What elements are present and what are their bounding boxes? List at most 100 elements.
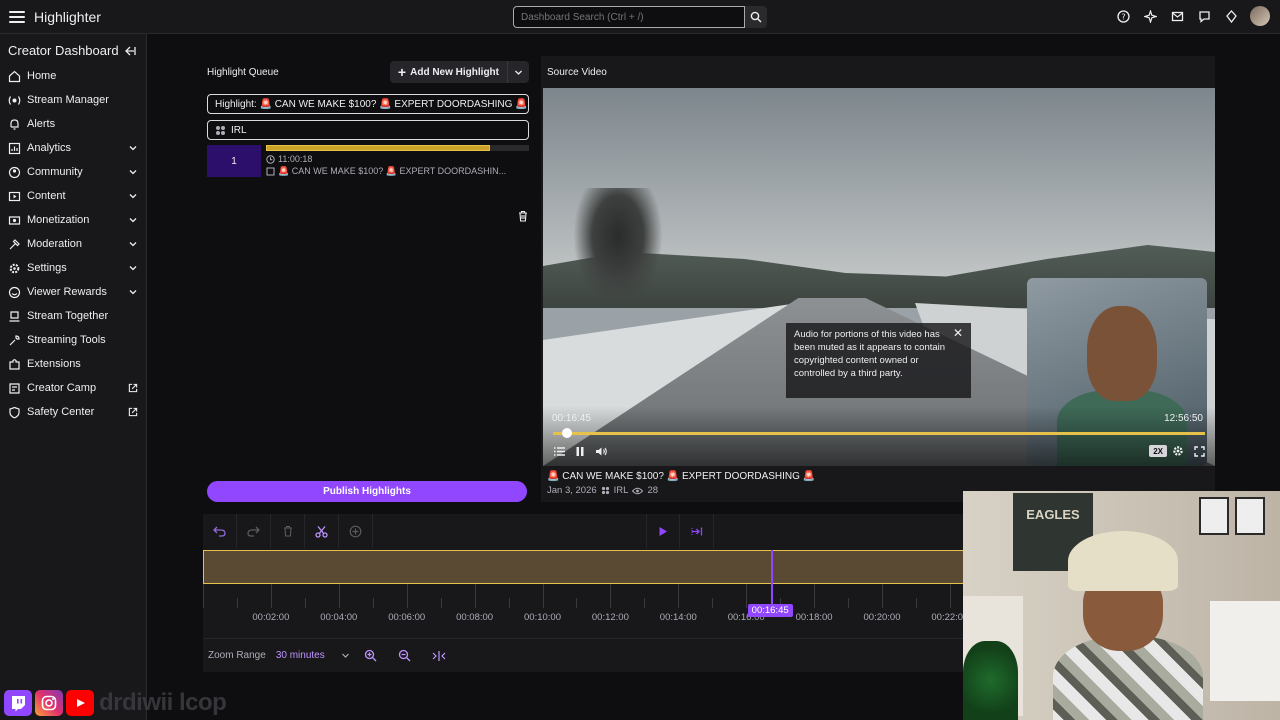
help-icon[interactable]: ? xyxy=(1115,8,1132,25)
sidebar-item-settings[interactable]: Settings xyxy=(0,256,146,280)
zoom-in-button[interactable] xyxy=(358,645,384,667)
search-icon xyxy=(750,11,762,23)
seek-bar[interactable] xyxy=(553,428,1205,438)
queue-item-time-text: 11:00:18 xyxy=(278,154,313,164)
add-highlight-button[interactable]: + Add New Highlight xyxy=(389,61,529,83)
extensions-icon xyxy=(8,358,21,371)
menu-icon[interactable] xyxy=(6,6,28,28)
plus-icon: + xyxy=(397,64,407,80)
svg-text:?: ? xyxy=(1121,12,1125,21)
playhead-time: 00:16:45 xyxy=(747,604,793,617)
zoom-out-button[interactable] xyxy=(392,645,418,667)
inbox-icon[interactable] xyxy=(1169,8,1186,25)
monetization-icon xyxy=(8,214,21,227)
whispers-icon[interactable] xyxy=(1196,8,1213,25)
sidebar-item-home[interactable]: Home xyxy=(0,64,146,88)
split-button[interactable] xyxy=(305,514,339,548)
sidebar-item-label: Safety Center xyxy=(27,406,95,418)
sidebar-item-label: Settings xyxy=(27,262,67,274)
add-clip-button[interactable] xyxy=(339,514,373,548)
trash-icon xyxy=(283,525,292,537)
fullscreen-button[interactable] xyxy=(1192,444,1206,458)
jump-to-end-button[interactable] xyxy=(680,514,714,548)
chevron-down-icon xyxy=(129,194,137,199)
sidebar-item-extensions[interactable]: Extensions xyxy=(0,352,146,376)
user-avatar[interactable] xyxy=(1250,6,1270,26)
add-highlight-dropdown[interactable] xyxy=(507,61,529,83)
playhead[interactable] xyxy=(770,550,773,606)
plus-circle-icon xyxy=(349,525,362,537)
sidebar-item-monetization[interactable]: Monetization xyxy=(0,208,146,232)
sidebar-item-alerts[interactable]: Alerts xyxy=(0,112,146,136)
ruler-tick-label: 00:04:00 xyxy=(320,612,358,623)
sidebar-nav: Home Stream Manager Alerts Analytics Communi… xyxy=(0,64,146,424)
video-subinfo: Jan 3, 2026 IRL 28 xyxy=(547,485,815,496)
streamer-webcam-overlay: EAGLES xyxy=(963,491,1280,720)
sidebar-item-label: Extensions xyxy=(27,358,81,370)
chapters-button[interactable] xyxy=(552,444,566,458)
sidebar-header: Creator Dashboard xyxy=(0,34,146,64)
volume-button[interactable] xyxy=(594,444,608,458)
ruler-tick-label: 00:08:00 xyxy=(456,612,494,623)
list-icon xyxy=(553,446,565,456)
category-field[interactable]: IRL xyxy=(207,120,529,140)
ruler-tick-label: 00:02:00 xyxy=(252,612,290,623)
sidebar-item-label: Content xyxy=(27,190,66,202)
publish-highlights-button[interactable]: Publish Highlights xyxy=(207,481,527,502)
ruler-tick xyxy=(576,598,578,608)
chevron-down-icon xyxy=(515,70,522,75)
controls-shade xyxy=(543,406,1215,466)
ruler-tick xyxy=(678,584,680,608)
social-handle: drdiwii lcop xyxy=(99,689,227,716)
fit-timeline-button[interactable] xyxy=(426,645,452,667)
video-settings-button[interactable] xyxy=(1171,444,1185,458)
sidebar-item-streaming-tools[interactable]: Streaming Tools xyxy=(0,328,146,352)
fullscreen-icon xyxy=(1193,445,1205,457)
stream-together-icon xyxy=(8,310,21,323)
search-button[interactable] xyxy=(745,6,767,28)
app-title: Highlighter xyxy=(34,8,101,25)
delete-highlight-button[interactable] xyxy=(517,210,529,222)
sidebar-item-content[interactable]: Content xyxy=(0,184,146,208)
sidebar-item-community[interactable]: Community xyxy=(0,160,146,184)
sidebar-item-analytics[interactable]: Analytics xyxy=(0,136,146,160)
sidebar-item-creator-camp[interactable]: Creator Camp xyxy=(0,376,146,400)
queue-item[interactable]: 1 11:00:18 🚨 CAN WE MAKE $100? 🚨 EXPERT … xyxy=(207,145,529,177)
pause-button[interactable] xyxy=(573,444,587,458)
ruler-tick xyxy=(848,598,850,608)
timeline-play-button[interactable] xyxy=(646,514,680,548)
zoom-out-icon xyxy=(399,649,411,662)
ruler-tick xyxy=(338,584,340,608)
undo-button[interactable] xyxy=(203,514,237,548)
zoom-range-value: 30 minutes xyxy=(275,650,325,661)
add-highlight-label: Add New Highlight xyxy=(410,66,499,78)
clip-range-fill xyxy=(266,145,490,151)
ruler-tick xyxy=(372,598,374,608)
sparkle-icon[interactable] xyxy=(1142,8,1159,25)
search-input[interactable] xyxy=(513,6,745,28)
pause-icon xyxy=(576,446,584,456)
social-handles-overlay: drdiwii lcop xyxy=(4,689,227,717)
twitch-icon xyxy=(4,690,32,716)
webcam-tree xyxy=(963,641,1018,720)
bits-icon[interactable] xyxy=(1223,8,1240,25)
close-icon[interactable]: ✕ xyxy=(953,327,963,339)
sidebar-item-label: Alerts xyxy=(27,118,56,130)
sidebar-item-stream-manager[interactable]: Stream Manager xyxy=(0,88,146,112)
highlight-title-field[interactable]: Highlight: 🚨 CAN WE MAKE $100? 🚨 EXPERT … xyxy=(207,94,529,114)
delete-clip-button[interactable] xyxy=(271,514,305,548)
sidebar-item-stream-together[interactable]: Stream Together xyxy=(0,304,146,328)
playback-speed-badge[interactable]: 2X xyxy=(1149,445,1167,457)
webcam-car-poster xyxy=(1210,601,1280,701)
ruler-tick xyxy=(712,598,714,608)
collapse-sidebar-icon[interactable] xyxy=(124,45,136,57)
video-player[interactable]: Audio for portions of this video has bee… xyxy=(543,88,1215,466)
category-icon xyxy=(216,125,225,135)
sidebar-item-safety-center[interactable]: Safety Center xyxy=(0,400,146,424)
zoom-range-select[interactable]: 30 minutes xyxy=(276,650,350,661)
sidebar-item-viewer-rewards[interactable]: Viewer Rewards xyxy=(0,280,146,304)
play-icon xyxy=(659,526,667,536)
sidebar-item-moderation[interactable]: Moderation xyxy=(0,232,146,256)
redo-button[interactable] xyxy=(237,514,271,548)
video-views: 28 xyxy=(647,485,659,496)
